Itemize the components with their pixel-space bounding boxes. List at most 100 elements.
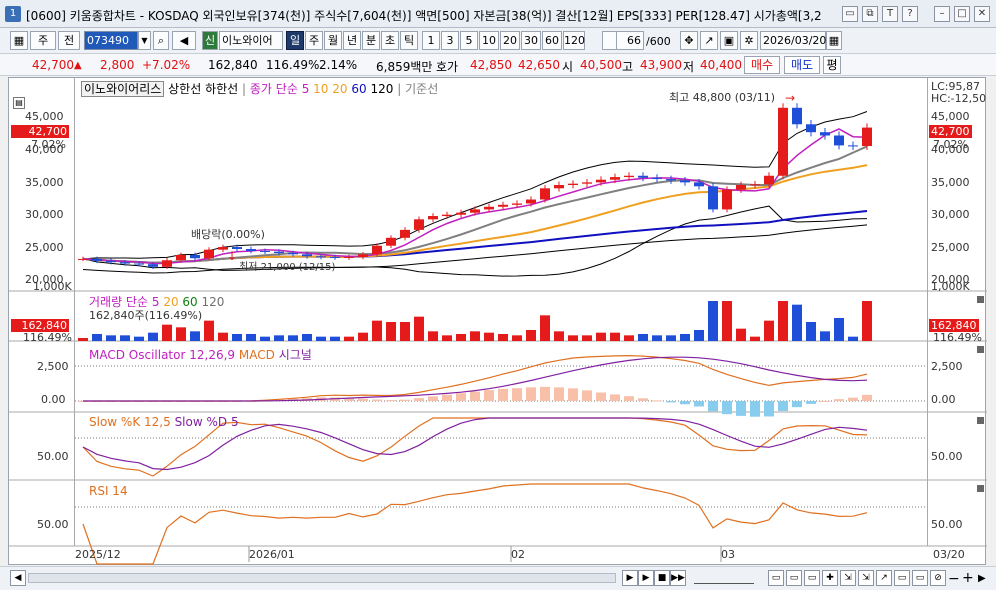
tool-icon-8[interactable]: ▭ xyxy=(894,570,910,586)
macd-osc-bar-20 xyxy=(358,398,368,401)
sell-button[interactable]: 매도 xyxy=(784,56,820,74)
crosshair-icon[interactable]: ✥ xyxy=(680,31,698,50)
candle-body-28 xyxy=(470,209,480,213)
fast-forward-icon[interactable]: ▶▶ xyxy=(670,570,686,586)
interval-button-120[interactable]: 120 xyxy=(563,31,585,50)
pane-close-icon-2 xyxy=(977,417,984,424)
code-dropdown-icon[interactable]: ▼ xyxy=(138,31,151,50)
gear-icon[interactable]: ✲ xyxy=(740,31,758,50)
interval-button-30[interactable]: 30 xyxy=(521,31,541,50)
candle-body-40 xyxy=(638,175,648,178)
window-menu-icon[interactable]: ▭ xyxy=(842,6,858,22)
tool-icon-6[interactable]: ⇲ xyxy=(858,570,874,586)
price-ytick-l-3: 30,000 xyxy=(25,208,64,221)
low-label: 저 xyxy=(683,60,695,74)
tool-icon-4[interactable]: ✚ xyxy=(822,570,838,586)
minimize-icon[interactable]: – xyxy=(934,6,950,22)
count-input[interactable]: 66 xyxy=(616,31,644,50)
tool-icon-5[interactable]: ⇲ xyxy=(840,570,856,586)
scrollbar-track[interactable] xyxy=(28,573,616,583)
chart-container[interactable]: ▤ 이노와이어리스 상한선 하한선 | 종가 단순 5 10 20 60 120… xyxy=(8,77,987,565)
tool-icon-3[interactable]: ▭ xyxy=(804,570,820,586)
maximize-icon[interactable]: □ xyxy=(954,6,970,22)
period-tab-0[interactable]: 일 xyxy=(286,31,304,50)
macd-osc-bar-50 xyxy=(778,401,788,412)
candle-body-14 xyxy=(274,251,284,253)
candle-body-4 xyxy=(134,263,144,265)
prev-page-icon[interactable]: ▶ xyxy=(622,570,638,586)
zoom-slider[interactable] xyxy=(694,572,754,584)
eval-button[interactable]: 평 xyxy=(823,56,841,74)
interval-button-1[interactable]: 1 xyxy=(422,31,440,50)
tool-icon-1[interactable]: ▭ xyxy=(768,570,784,586)
trend-tool-icon[interactable]: ↗ xyxy=(700,31,718,50)
prev-button[interactable]: 전 xyxy=(58,31,80,50)
volume-bar-44 xyxy=(694,330,704,341)
candle-body-27 xyxy=(456,212,466,215)
period-tab-4[interactable]: 분 xyxy=(362,31,380,50)
tool-icon-2[interactable]: ▭ xyxy=(786,570,802,586)
candle-body-16 xyxy=(302,254,312,257)
period-tab-3[interactable]: 년 xyxy=(343,31,361,50)
candle-body-30 xyxy=(498,204,508,207)
bid-price-1: 42,850 xyxy=(470,58,512,72)
period-tab-1[interactable]: 주 xyxy=(305,31,323,50)
candle-body-3 xyxy=(120,262,130,264)
price-ytick-r-0: 45,000 xyxy=(931,110,970,123)
sound-icon[interactable]: ◀ xyxy=(172,31,196,50)
slow-ytick-right: 50.00 xyxy=(931,450,963,463)
ma5-line xyxy=(82,128,868,265)
save-icon[interactable]: ▣ xyxy=(720,31,738,50)
settings-icon[interactable]: ▦ xyxy=(10,31,28,50)
stop-icon[interactable]: ■ xyxy=(654,570,670,586)
interval-button-3[interactable]: 3 xyxy=(441,31,459,50)
candle-body-43 xyxy=(680,180,690,183)
left-volume-pct: 116.49% xyxy=(23,331,72,344)
interval-button-20[interactable]: 20 xyxy=(500,31,520,50)
dividend-arrow-icon: ↓ xyxy=(227,249,237,263)
interval-button-5[interactable]: 5 xyxy=(460,31,478,50)
help-icon[interactable]: ? xyxy=(902,6,918,22)
macd-osc-bar-55 xyxy=(848,397,858,401)
volume-bar-31 xyxy=(512,335,522,341)
volume-bar-20 xyxy=(358,332,368,341)
bid-price-2: 42,650 xyxy=(518,58,560,72)
date-input[interactable]: 2026/03/20 xyxy=(760,31,826,50)
period-select[interactable]: 주 xyxy=(30,31,56,50)
window-restore-icon[interactable]: ⧉ xyxy=(862,6,878,22)
stock-name-field[interactable]: 이노와이어 xyxy=(219,31,283,50)
window-link-icon[interactable]: T xyxy=(882,6,898,22)
zoom-in-icon[interactable]: + xyxy=(962,570,974,586)
dividend-annotation: 배당락(0.00%) xyxy=(191,228,265,241)
buy-button[interactable]: 매수 xyxy=(744,56,780,74)
tool-icon-7[interactable]: ↗ xyxy=(876,570,892,586)
volume-bar-10 xyxy=(218,332,228,341)
calendar-icon[interactable]: ▦ xyxy=(826,31,842,50)
search-icon[interactable]: ⌕ xyxy=(153,31,169,50)
play-icon[interactable]: ▶ xyxy=(638,570,654,586)
volume-bar-11 xyxy=(232,334,242,341)
macd-osc-bar-34 xyxy=(554,387,564,401)
right-price-box: 42,700 xyxy=(929,125,972,138)
zoom-fit-icon[interactable]: ⊘ xyxy=(930,570,946,586)
volume-bar-49 xyxy=(764,320,774,341)
stock-code-input[interactable]: 073490 xyxy=(84,31,138,50)
zoom-out-icon[interactable]: − xyxy=(948,571,960,587)
period-tab-6[interactable]: 틱 xyxy=(400,31,418,50)
scroll-left-icon[interactable]: ◀ xyxy=(10,570,26,586)
volume-bar-2 xyxy=(106,335,116,341)
interval-button-60[interactable]: 60 xyxy=(542,31,562,50)
period-tab-2[interactable]: 월 xyxy=(324,31,342,50)
volume-bar-9 xyxy=(204,320,214,341)
candle-body-1 xyxy=(92,258,102,261)
period-tab-5[interactable]: 초 xyxy=(381,31,399,50)
candle-body-5 xyxy=(148,264,158,267)
tool-icon-9[interactable]: ▭ xyxy=(912,570,928,586)
interval-button-10[interactable]: 10 xyxy=(479,31,499,50)
x-label-feb: 02 xyxy=(511,548,525,561)
close-icon[interactable]: ✕ xyxy=(974,6,990,22)
scroll-right-icon[interactable]: ▶ xyxy=(978,573,986,584)
candle-body-15 xyxy=(288,252,298,255)
volume-bar-5 xyxy=(148,332,158,341)
candle-body-2 xyxy=(106,260,116,263)
